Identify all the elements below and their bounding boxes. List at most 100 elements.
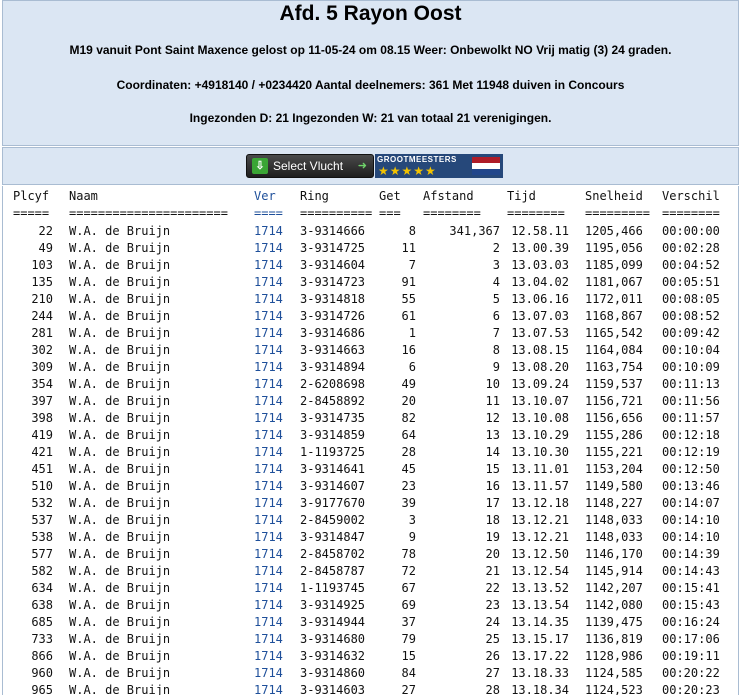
col-get: 37 [401,615,416,629]
col-ver: 1714 [254,275,283,289]
col-afstand: 18 [485,513,500,527]
col-get: 84 [401,666,416,680]
col-ring: 3-9314735 [300,411,366,425]
col-afstand: 7 [492,326,500,340]
col-ring: 1-1193725 [300,445,366,459]
col-plcyf: 354 [31,377,53,391]
col-tijd: 13.13.52 [511,581,569,595]
col-tijd: 13.11.01 [511,462,569,476]
col-naam: W.A. de Bruijn [69,462,171,476]
col-plcyf: ===== [13,206,50,220]
col-ver: 1714 [254,292,283,306]
grootmeesters-banner[interactable]: GROOTMEESTERS ★★★★★ [375,154,503,178]
col-naam: W.A. de Bruijn [69,241,171,255]
table-header-row: Plcyf Naam Ver Ring Get Afstand Tijd Snelheid Ve… [3,188,738,205]
col-snelheid: ========= [585,206,651,220]
col-verschil: 00:00:00 [662,224,720,238]
table-row: 451 W.A. de Bruijn 1714 3-9314641 45 15 13.11.… [3,461,738,478]
col-get: 39 [401,496,416,510]
col-afstand: 22 [485,581,500,595]
col-ver: 1714 [254,462,283,476]
col-afstand: 14 [485,445,500,459]
table-row: 398 W.A. de Bruijn 1714 3-9314735 82 12 13.10.… [3,410,738,427]
table-row: 244 W.A. de Bruijn 1714 3-9314726 61 6 13.07.0… [3,308,738,325]
col-naam: W.A. de Bruijn [69,428,171,442]
col-tijd: Tijd [507,189,536,203]
col-tijd: 13.08.15 [511,343,569,357]
download-icon: ⇩ [252,158,268,174]
col-snelheid: 1136,819 [585,632,643,646]
col-verschil: 00:11:13 [662,377,720,391]
submissions-line: Ingezonden D: 21 Ingezonden W: 21 van to… [189,111,552,125]
col-naam: W.A. de Bruijn [69,649,171,663]
col-tijd: 13.10.30 [511,445,569,459]
col-tijd: 13.12.18 [511,496,569,510]
col-tijd: 13.10.07 [511,394,569,408]
col-verschil: 00:12:19 [662,445,720,459]
col-ver: 1714 [254,241,283,255]
col-ring: 2-8458787 [300,564,366,578]
col-tijd: 13.10.08 [511,411,569,425]
col-naam: W.A. de Bruijn [69,598,171,612]
col-naam: W.A. de Bruijn [69,581,171,595]
col-naam: W.A. de Bruijn [69,377,171,391]
coordinates-line: Coordinaten: +4918140 / +0234420 Aantal … [116,78,625,92]
toolbar: ⇩ Select Vlucht ➜ GROOTMEESTERS ★★★★★ [2,147,739,185]
col-ver: 1714 [254,343,283,357]
col-naam: W.A. de Bruijn [69,326,171,340]
col-ring: 1-1193745 [300,581,366,595]
col-ring: 3-9314925 [300,598,366,612]
col-snelheid: 1205,466 [585,224,643,238]
col-tijd: 13.08.20 [511,360,569,374]
table-row: 397 W.A. de Bruijn 1714 2-8458892 20 11 13.10.… [3,393,738,410]
col-verschil: 00:13:46 [662,479,720,493]
col-snelheid: 1145,914 [585,564,643,578]
col-tijd: 13.14.35 [511,615,569,629]
col-ring: 3-9314632 [300,649,366,663]
select-flight-button[interactable]: ⇩ Select Vlucht ➜ [246,154,374,178]
col-afstand: 16 [485,479,500,493]
col-get: 82 [401,411,416,425]
col-ring: 2-8458702 [300,547,366,561]
col-afstand: 5 [492,292,500,306]
col-snelheid: 1159,537 [585,377,643,391]
col-verschil: ======== [662,206,720,220]
col-ver: 1714 [254,598,283,612]
col-plcyf: 398 [31,411,53,425]
col-tijd: 13.18.33 [511,666,569,680]
table-row: 866 W.A. de Bruijn 1714 3-9314632 15 26 13.17.… [3,648,738,665]
col-snelheid: 1124,523 [585,683,643,695]
table-row: 135 W.A. de Bruijn 1714 3-9314723 91 4 13.04.0… [3,274,738,291]
col-verschil: 00:10:09 [662,360,720,374]
col-ver: 1714 [254,666,283,680]
col-plcyf: 281 [31,326,53,340]
col-plcyf: 685 [31,615,53,629]
col-ver: 1714 [254,479,283,493]
col-snelheid: 1142,080 [585,598,643,612]
col-ver: 1714 [254,394,283,408]
col-get: 3 [408,513,416,527]
col-ver: Ver [254,189,276,203]
col-get: 11 [401,241,416,255]
col-ver: 1714 [254,530,283,544]
col-afstand: 28 [485,683,500,695]
col-ring: 3-9314894 [300,360,366,374]
col-afstand: 9 [492,360,500,374]
col-naam: W.A. de Bruijn [69,547,171,561]
col-tijd: 13.06.16 [511,292,569,306]
col-naam: W.A. de Bruijn [69,683,171,695]
table-row: 638 W.A. de Bruijn 1714 3-9314925 69 23 13.13.… [3,597,738,614]
race-header: Afd. 5 Rayon Oost M19 vanuit Pont Saint … [2,0,739,146]
col-plcyf: 421 [31,445,53,459]
col-snelheid: 1124,585 [585,666,643,680]
col-naam: ====================== [69,206,228,220]
col-naam: W.A. de Bruijn [69,513,171,527]
col-verschil: 00:09:42 [662,326,720,340]
table-row: 733 W.A. de Bruijn 1714 3-9314680 79 25 13.15.… [3,631,738,648]
col-snelheid: Snelheid [585,189,643,203]
col-verschil: 00:14:39 [662,547,720,561]
col-get: 45 [401,462,416,476]
col-ver: 1714 [254,258,283,272]
col-verschil: 00:10:04 [662,343,720,357]
col-tijd: 13.15.17 [511,632,569,646]
